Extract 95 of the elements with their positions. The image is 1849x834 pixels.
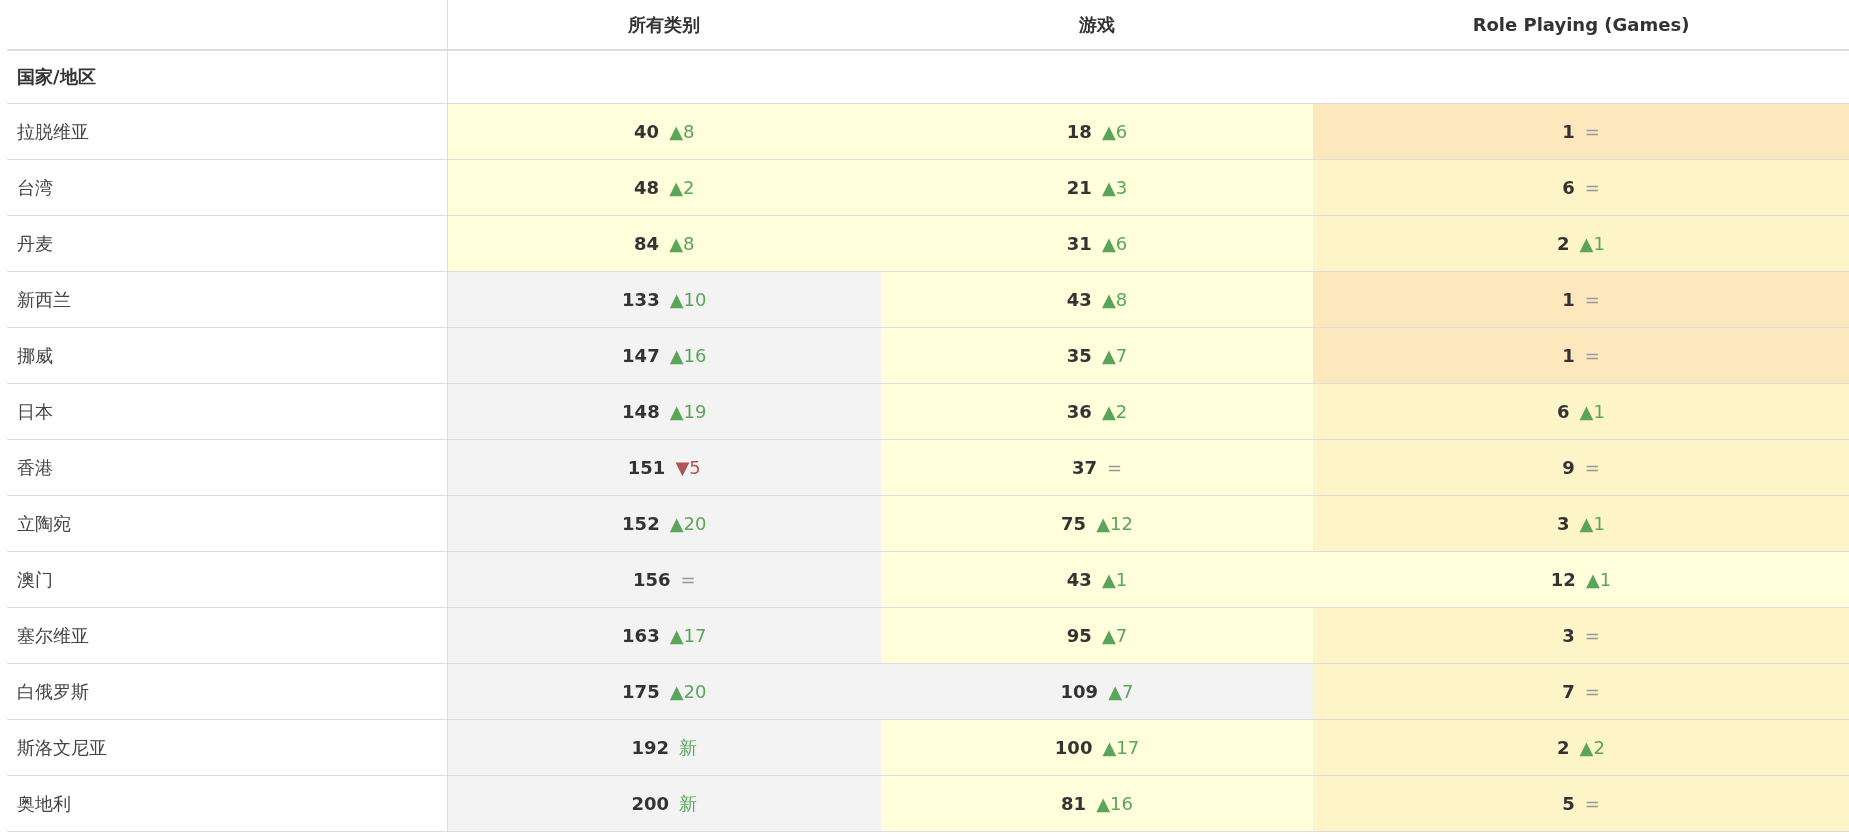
rank-number: 95 [1066, 623, 1092, 648]
rank-number: 9 [1562, 455, 1575, 480]
country-name: 丹麦 [7, 215, 447, 271]
country-name: 立陶宛 [7, 495, 447, 551]
country-name: 拉脱维亚 [7, 103, 447, 159]
rank-change: ▲20 [669, 679, 707, 704]
rank-change: ▲6 [1101, 231, 1128, 256]
rank-change: = [1584, 343, 1600, 368]
rank-number: 7 [1562, 679, 1575, 704]
rank-change: ▲7 [1108, 679, 1134, 704]
rank-change: ▲17 [1102, 735, 1140, 760]
row-header: 国家/地区 [7, 50, 447, 103]
rank-change: ▲7 [1101, 343, 1128, 368]
country-name: 香港 [7, 439, 447, 495]
rank-change: ▲17 [669, 623, 707, 648]
rank-change: ▲3 [1101, 175, 1128, 200]
rank-number: 152 [622, 511, 660, 536]
rank-change: = [1584, 287, 1600, 312]
rank-number: 48 [634, 175, 660, 200]
rank-number: 156 [632, 567, 671, 592]
country-name: 挪威 [7, 327, 447, 383]
rank-number: 200 [631, 791, 670, 816]
rank-change: ▲2 [1101, 399, 1128, 424]
country-name: 日本 [7, 383, 447, 439]
rank-number: 6 [1562, 175, 1575, 200]
rank-change: ▲1 [1579, 231, 1605, 256]
rank-change: ▲2 [669, 175, 695, 200]
country-name: 澳门 [7, 551, 447, 607]
rank-number: 1 [1562, 343, 1575, 368]
rank-number: 1 [1562, 119, 1575, 144]
country-name: 塞尔维亚 [7, 607, 447, 663]
rank-change: ▲16 [1096, 791, 1133, 816]
rank-change: ▲8 [669, 119, 695, 144]
rank-change: = [1584, 119, 1600, 144]
column-header: 所有类别 [447, 0, 881, 50]
country-name: 斯洛文尼亚 [7, 719, 447, 775]
rank-number: 31 [1066, 231, 1092, 256]
rank-number: 37 [1071, 455, 1097, 480]
rank-number: 35 [1066, 343, 1092, 368]
rank-number: 75 [1061, 511, 1087, 536]
rank-change: = [1584, 175, 1600, 200]
rank-number: 36 [1066, 399, 1092, 424]
column-header: 游戏 [881, 0, 1313, 50]
rank-number: 40 [634, 119, 660, 144]
rank-number: 3 [1557, 511, 1570, 536]
rank-change: 新 [679, 791, 698, 816]
rank-change: ▲2 [1579, 735, 1605, 760]
rank-number: 192 [631, 735, 670, 760]
rank-change: ▲19 [669, 399, 707, 424]
rank-change: ▲1 [1579, 399, 1605, 424]
country-name: 奥地利 [7, 775, 447, 831]
rank-number: 151 [627, 455, 666, 480]
rank-number: 81 [1061, 791, 1087, 816]
rank-change: ▲7 [1101, 623, 1128, 648]
column-header: Role Playing (Games) [1313, 0, 1849, 50]
rank-number: 175 [622, 679, 660, 704]
rank-change: ▲1 [1585, 567, 1612, 592]
rank-number: 6 [1557, 399, 1570, 424]
rank-change: = [1584, 455, 1600, 480]
rank-change: = [1584, 679, 1600, 704]
rank-change: ▲6 [1101, 119, 1128, 144]
rank-number: 5 [1562, 791, 1575, 816]
rank-change: ▲10 [669, 287, 707, 312]
rank-change: = [1584, 623, 1600, 648]
rank-number: 12 [1550, 567, 1576, 592]
rank-number: 133 [622, 287, 660, 312]
rank-change: ▲1 [1579, 511, 1605, 536]
rank-number: 1 [1562, 287, 1575, 312]
rank-number: 100 [1054, 735, 1093, 760]
rank-number: 3 [1562, 623, 1575, 648]
country-name: 新西兰 [7, 271, 447, 327]
rank-number: 43 [1066, 567, 1092, 592]
rank-number: 2 [1557, 231, 1570, 256]
rank-change: = [1584, 791, 1600, 816]
rank-number: 84 [634, 231, 660, 256]
rank-change: = [680, 567, 696, 592]
rank-change: ▲8 [669, 231, 695, 256]
rank-change: ▲12 [1096, 511, 1133, 536]
country-name: 白俄罗斯 [7, 663, 447, 719]
rank-number: 2 [1557, 735, 1570, 760]
rank-change: ▲1 [1101, 567, 1128, 592]
rank-number: 148 [622, 399, 660, 424]
rank-change: ▲8 [1101, 287, 1128, 312]
rank-change: ▲16 [669, 343, 707, 368]
rank-number: 147 [622, 343, 660, 368]
rank-change: 新 [679, 735, 698, 760]
rank-change: ▼5 [675, 455, 701, 480]
rank-number: 43 [1066, 287, 1092, 312]
country-name: 台湾 [7, 159, 447, 215]
rank-number: 21 [1066, 175, 1092, 200]
rank-change: = [1107, 455, 1123, 480]
rank-change: ▲20 [669, 511, 707, 536]
rank-number: 163 [622, 623, 660, 648]
rank-number: 18 [1066, 119, 1092, 144]
rank-number: 109 [1060, 679, 1099, 704]
